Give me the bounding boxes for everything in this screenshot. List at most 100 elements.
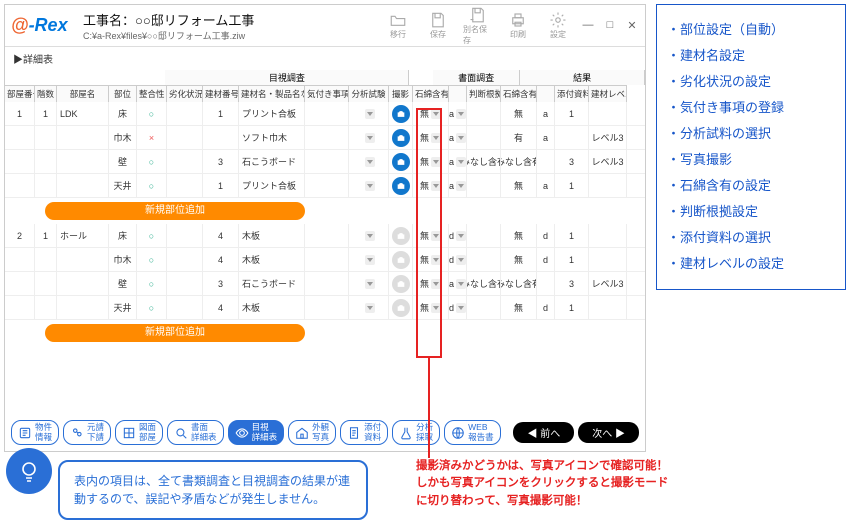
cell-note[interactable] bbox=[305, 126, 349, 149]
cell-photo[interactable] bbox=[389, 126, 413, 149]
cell-asb1[interactable]: 無 bbox=[413, 150, 449, 173]
cell-bname[interactable]: プリント合板 bbox=[239, 174, 305, 197]
tab-gaikan[interactable]: 外観写真 bbox=[288, 420, 336, 445]
cell-code1[interactable]: a bbox=[449, 150, 467, 173]
cell-analysis[interactable] bbox=[349, 102, 389, 125]
cell-degrade[interactable] bbox=[167, 296, 203, 319]
cell-analysis[interactable] bbox=[349, 224, 389, 247]
chevron-down-icon[interactable] bbox=[365, 133, 375, 143]
cell-asb2[interactable]: 有 bbox=[501, 126, 537, 149]
chevron-down-icon[interactable] bbox=[365, 303, 375, 313]
tab-tenpu[interactable]: 添付資料 bbox=[340, 420, 388, 445]
cell-room-name[interactable] bbox=[57, 248, 109, 271]
cell-part[interactable]: 巾木 bbox=[109, 248, 137, 271]
cell-room-name[interactable]: LDK bbox=[57, 102, 109, 125]
cell-code1[interactable]: a bbox=[449, 272, 467, 295]
cell-level[interactable]: レベル3 bbox=[589, 126, 627, 149]
cell-asb1[interactable]: 無 bbox=[413, 272, 449, 295]
cell-analysis[interactable] bbox=[349, 248, 389, 271]
cell-asb2[interactable]: 無 bbox=[501, 102, 537, 125]
cell-room-name[interactable]: ホール bbox=[57, 224, 109, 247]
cell-room-name[interactable] bbox=[57, 174, 109, 197]
cell-analysis[interactable] bbox=[349, 126, 389, 149]
tab-property[interactable]: 物件情報 bbox=[11, 420, 59, 445]
maximize-button[interactable]: □ bbox=[603, 19, 617, 32]
chevron-down-icon[interactable] bbox=[365, 181, 375, 191]
cell-bname[interactable]: 石こうボード bbox=[239, 150, 305, 173]
chevron-down-icon[interactable] bbox=[456, 231, 466, 241]
camera-icon[interactable] bbox=[392, 105, 410, 123]
cell-part[interactable]: 床 bbox=[109, 224, 137, 247]
cell-asb2[interactable]: みなし含有 bbox=[501, 272, 537, 295]
chevron-down-icon[interactable] bbox=[456, 181, 466, 191]
cell-note[interactable] bbox=[305, 272, 349, 295]
cell-basis[interactable] bbox=[467, 296, 501, 319]
cell-asb1[interactable]: 無 bbox=[413, 296, 449, 319]
cell-part[interactable]: 天井 bbox=[109, 296, 137, 319]
cell-note[interactable] bbox=[305, 296, 349, 319]
cell-doc[interactable]: 1 bbox=[555, 248, 589, 271]
cell-code2[interactable]: d bbox=[537, 248, 555, 271]
chevron-down-icon[interactable] bbox=[456, 255, 466, 265]
cell-level[interactable]: レベル3 bbox=[589, 150, 627, 173]
cell-photo[interactable] bbox=[389, 224, 413, 247]
camera-icon[interactable] bbox=[392, 299, 410, 317]
close-button[interactable]: ✕ bbox=[625, 19, 639, 32]
cell-doc[interactable]: 1 bbox=[555, 174, 589, 197]
cell-photo[interactable] bbox=[389, 150, 413, 173]
chevron-down-icon[interactable] bbox=[431, 255, 441, 265]
cell-floor[interactable] bbox=[35, 296, 57, 319]
cell-floor[interactable] bbox=[35, 174, 57, 197]
cell-room-no[interactable] bbox=[5, 248, 35, 271]
cell-analysis[interactable] bbox=[349, 150, 389, 173]
save-icon[interactable]: 保存 bbox=[423, 11, 453, 40]
chevron-down-icon[interactable] bbox=[431, 157, 441, 167]
cell-room-name[interactable] bbox=[57, 126, 109, 149]
cell-room-no[interactable] bbox=[5, 174, 35, 197]
cell-code1[interactable]: a bbox=[449, 102, 467, 125]
cell-doc[interactable]: 1 bbox=[555, 296, 589, 319]
cell-basis[interactable] bbox=[467, 248, 501, 271]
cell-code2[interactable] bbox=[537, 272, 555, 295]
chevron-down-icon[interactable] bbox=[431, 231, 441, 241]
cell-note[interactable] bbox=[305, 102, 349, 125]
cell-code2[interactable]: a bbox=[537, 102, 555, 125]
cell-asb1[interactable]: 無 bbox=[413, 248, 449, 271]
chevron-down-icon[interactable] bbox=[365, 279, 375, 289]
cell-code1[interactable]: a bbox=[449, 126, 467, 149]
cell-part[interactable]: 壁 bbox=[109, 272, 137, 295]
cell-degrade[interactable] bbox=[167, 248, 203, 271]
cell-floor[interactable] bbox=[35, 248, 57, 271]
cell-analysis[interactable] bbox=[349, 174, 389, 197]
nav-prev-button[interactable]: ◀ 前へ bbox=[513, 422, 574, 443]
cell-doc[interactable]: 3 bbox=[555, 272, 589, 295]
cell-room-no[interactable] bbox=[5, 126, 35, 149]
cell-degrade[interactable] bbox=[167, 150, 203, 173]
chevron-down-icon[interactable] bbox=[456, 157, 466, 167]
cell-doc[interactable]: 1 bbox=[555, 102, 589, 125]
open-icon[interactable]: 移行 bbox=[383, 11, 413, 40]
chevron-down-icon[interactable] bbox=[431, 303, 441, 313]
cell-photo[interactable] bbox=[389, 102, 413, 125]
cell-bname[interactable]: 木板 bbox=[239, 296, 305, 319]
cell-basis[interactable] bbox=[467, 102, 501, 125]
chevron-down-icon[interactable] bbox=[456, 303, 466, 313]
camera-icon[interactable] bbox=[392, 227, 410, 245]
camera-icon[interactable] bbox=[392, 153, 410, 171]
chevron-down-icon[interactable] bbox=[365, 109, 375, 119]
camera-icon[interactable] bbox=[392, 275, 410, 293]
cell-code2[interactable] bbox=[537, 150, 555, 173]
cell-photo[interactable] bbox=[389, 248, 413, 271]
camera-icon[interactable] bbox=[392, 129, 410, 147]
chevron-down-icon[interactable] bbox=[431, 181, 441, 191]
cell-degrade[interactable] bbox=[167, 102, 203, 125]
cell-analysis[interactable] bbox=[349, 272, 389, 295]
cell-bname[interactable]: 木板 bbox=[239, 224, 305, 247]
cell-room-no[interactable] bbox=[5, 296, 35, 319]
cell-bno[interactable]: 4 bbox=[203, 224, 239, 247]
chevron-down-icon[interactable] bbox=[431, 279, 441, 289]
cell-level[interactable] bbox=[589, 174, 627, 197]
cell-part[interactable]: 天井 bbox=[109, 174, 137, 197]
cell-room-name[interactable] bbox=[57, 150, 109, 173]
cell-photo[interactable] bbox=[389, 272, 413, 295]
